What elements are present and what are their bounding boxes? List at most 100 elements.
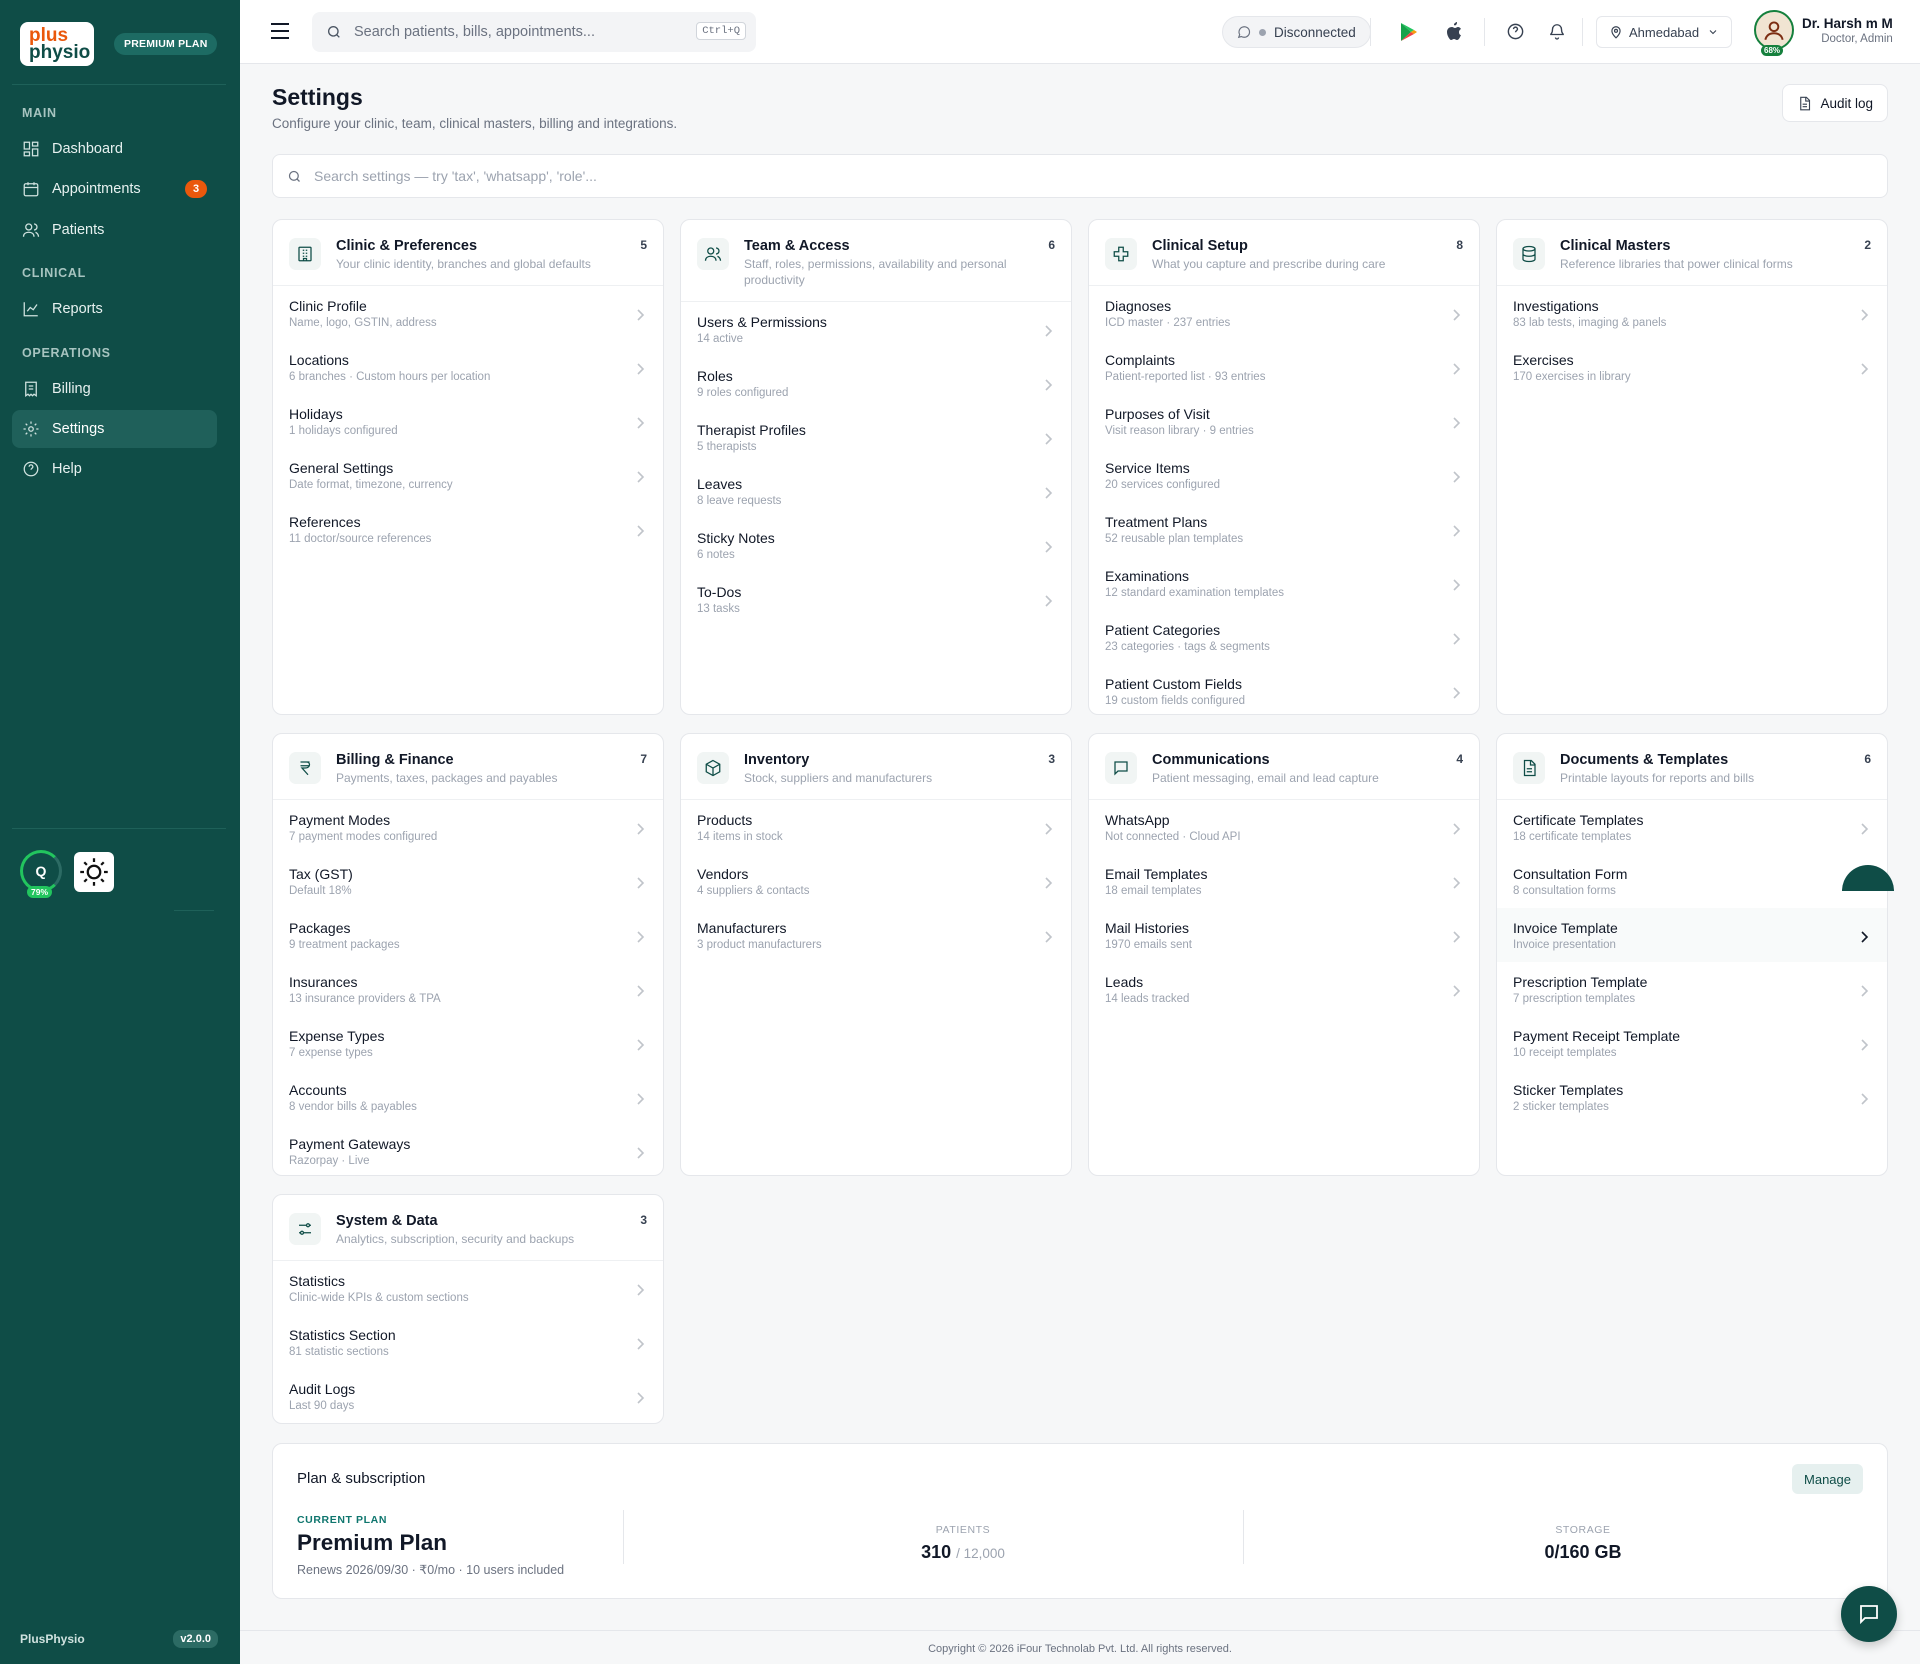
settings-link-row[interactable]: Certificate Templates 18 certificate temp…	[1497, 800, 1887, 854]
settings-link-row[interactable]: Sticky Notes 6 notes	[681, 518, 1071, 572]
row-subtitle: 12 standard examination templates	[1105, 587, 1284, 599]
logo[interactable]: plus physio	[20, 22, 94, 66]
play-store-icon[interactable]	[1400, 22, 1418, 42]
settings-link-row[interactable]: Prescription Template 7 prescription temp…	[1497, 962, 1887, 1016]
map-pin-icon	[1611, 26, 1621, 39]
settings-link-row[interactable]: Exercises 170 exercises in library	[1497, 340, 1887, 394]
settings-link-row[interactable]: Payment Modes 7 payment modes configured	[273, 800, 663, 854]
settings-link-row[interactable]: Complaints Patient-reported list · 93 ent…	[1089, 340, 1479, 394]
chat-button[interactable]	[1841, 1586, 1897, 1642]
apple-icon[interactable]	[1446, 22, 1462, 41]
nav-billing[interactable]: Billing	[12, 370, 217, 408]
row-title: Therapist Profiles	[697, 422, 806, 438]
settings-link-row[interactable]: Statistics Clinic-wide KPIs & custom sect…	[273, 1261, 663, 1315]
card-header: Inventory Stock, suppliers and manufactur…	[681, 734, 1071, 800]
chevron-right-icon	[1859, 1038, 1869, 1056]
settings-link-row[interactable]: WhatsApp Not connected · Cloud API	[1089, 800, 1479, 854]
settings-link-row[interactable]: Products 14 items in stock	[681, 800, 1071, 854]
settings-link-row[interactable]: Mail Histories 1970 emails sent	[1089, 908, 1479, 962]
nav-patients[interactable]: Patients	[12, 211, 217, 249]
settings-link-row[interactable]: Email Templates 18 email templates	[1089, 854, 1479, 908]
settings-link-row[interactable]: General Settings Date format, timezone, c…	[273, 448, 663, 502]
settings-link-row[interactable]: Investigations 83 lab tests, imaging & pa…	[1497, 286, 1887, 340]
row-subtitle: 14 items in stock	[697, 831, 783, 843]
chevron-right-icon	[635, 470, 645, 488]
settings-link-row[interactable]: Insurances 13 insurance providers & TPA	[273, 962, 663, 1016]
settings-link-row[interactable]: Vendors 4 suppliers & contacts	[681, 854, 1071, 908]
theme-toggle-button[interactable]	[74, 852, 114, 892]
settings-link-row[interactable]: Expense Types 7 expense types	[273, 1016, 663, 1070]
settings-link-row[interactable]: Purposes of Visit Visit reason library · …	[1089, 394, 1479, 448]
settings-link-row[interactable]: Leads 14 leads tracked	[1089, 962, 1479, 1016]
section-label-main: MAIN	[22, 106, 57, 120]
settings-link-row[interactable]: Therapist Profiles 5 therapists	[681, 410, 1071, 464]
nav-label: Reports	[52, 301, 103, 317]
user-menu[interactable]: 68% Dr. Harsh m M Doctor, Admin	[1754, 10, 1893, 56]
card-description: Analytics, subscription, security and ba…	[336, 1232, 575, 1246]
chevron-right-icon	[635, 1038, 645, 1056]
settings-link-row[interactable]: Holidays 1 holidays configured	[273, 394, 663, 448]
settings-link-row[interactable]: Patient Custom Fields 19 custom fields co…	[1089, 664, 1479, 714]
nav-settings[interactable]: Settings	[12, 410, 217, 448]
settings-link-row[interactable]: To-Dos 13 tasks	[681, 572, 1071, 626]
chevron-right-icon	[1451, 822, 1461, 840]
row-title: WhatsApp	[1105, 812, 1170, 828]
settings-link-row[interactable]: Treatment Plans 52 reusable plan template…	[1089, 502, 1479, 556]
row-subtitle: 9 roles configured	[697, 387, 789, 399]
card-description: Stock, suppliers and manufacturers	[744, 771, 933, 785]
row-title: Service Items	[1105, 460, 1190, 476]
audit-log-button[interactable]: Audit log	[1782, 84, 1888, 122]
settings-link-row[interactable]: Manufacturers 3 product manufacturers	[681, 908, 1071, 962]
settings-link-row[interactable]: Payment Gateways Razorpay · Live	[273, 1124, 663, 1175]
location-select[interactable]: Ahmedabad	[1596, 16, 1733, 48]
card-title: System & Data	[336, 1213, 438, 1229]
nav-dashboard[interactable]: Dashboard	[12, 130, 217, 168]
help-circle-icon	[23, 461, 39, 477]
global-search-input[interactable]: Search patients, bills, appointments... …	[312, 12, 756, 52]
whatsapp-status-pill[interactable]: Disconnected	[1222, 16, 1371, 48]
card-description: What you capture and prescribe during ca…	[1152, 257, 1386, 271]
bell-icon[interactable]	[1548, 22, 1566, 41]
settings-link-row[interactable]: Accounts 8 vendor bills & payables	[273, 1070, 663, 1124]
menu-icon[interactable]	[270, 22, 290, 40]
settings-link-row[interactable]: Packages 9 treatment packages	[273, 908, 663, 962]
settings-link-row[interactable]: References 11 doctor/source references	[273, 502, 663, 556]
card-description: Payments, taxes, packages and payables	[336, 771, 558, 785]
settings-link-row[interactable]: Invoice Template Invoice presentation	[1497, 908, 1887, 962]
nav-help[interactable]: Help	[12, 450, 217, 488]
settings-link-row[interactable]: Sticker Templates 2 sticker templates	[1497, 1070, 1887, 1124]
row-title: Patient Categories	[1105, 622, 1221, 638]
location-label: Ahmedabad	[1629, 24, 1700, 40]
settings-link-row[interactable]: Diagnoses ICD master · 237 entries	[1089, 286, 1479, 340]
settings-link-row[interactable]: Statistics Section 81 statistic sections	[273, 1315, 663, 1369]
row-subtitle: Not connected · Cloud API	[1105, 831, 1241, 843]
settings-link-row[interactable]: Tax (GST) Default 18%	[273, 854, 663, 908]
settings-link-row[interactable]: Patient Categories 23 categories · tags &…	[1089, 610, 1479, 664]
row-title: Certificate Templates	[1513, 812, 1644, 828]
current-plan-label: CURRENT PLAN	[297, 1514, 388, 1526]
settings-link-row[interactable]: Clinic Profile Name, logo, GSTIN, address	[273, 286, 663, 340]
row-subtitle: 170 exercises in library	[1513, 371, 1631, 383]
row-title: Payment Gateways	[289, 1136, 411, 1152]
settings-search-input[interactable]: Search settings — try 'tax', 'whatsapp',…	[272, 154, 1888, 198]
settings-link-row[interactable]: Users & Permissions 14 active	[681, 302, 1071, 356]
settings-link-row[interactable]: Leaves 8 leave requests	[681, 464, 1071, 518]
row-title: Diagnoses	[1105, 298, 1172, 314]
chevron-right-icon	[1043, 594, 1053, 612]
settings-link-row[interactable]: Roles 9 roles configured	[681, 356, 1071, 410]
page-subtitle: Configure your clinic, team, clinical ma…	[272, 116, 678, 131]
nav-reports[interactable]: Reports	[12, 290, 217, 328]
row-subtitle: 81 statistic sections	[289, 1346, 389, 1358]
nav-appointments[interactable]: Appointments 3	[12, 170, 217, 208]
row-subtitle: 6 notes	[697, 549, 735, 561]
manage-plan-button[interactable]: Manage	[1792, 1464, 1863, 1494]
settings-link-row[interactable]: Audit Logs Last 90 days	[273, 1369, 663, 1423]
settings-link-row[interactable]: Service Items 20 services configured	[1089, 448, 1479, 502]
settings-link-row[interactable]: Examinations 12 standard examination temp…	[1089, 556, 1479, 610]
settings-link-row[interactable]: Payment Receipt Template 10 receipt templ…	[1497, 1016, 1887, 1070]
settings-link-row[interactable]: Consultation Form 8 consultation forms	[1497, 854, 1887, 908]
chevron-right-icon	[635, 984, 645, 1002]
help-circle-icon[interactable]	[1506, 22, 1525, 41]
chevron-right-icon	[1451, 876, 1461, 894]
settings-link-row[interactable]: Locations 6 branches · Custom hours per l…	[273, 340, 663, 394]
